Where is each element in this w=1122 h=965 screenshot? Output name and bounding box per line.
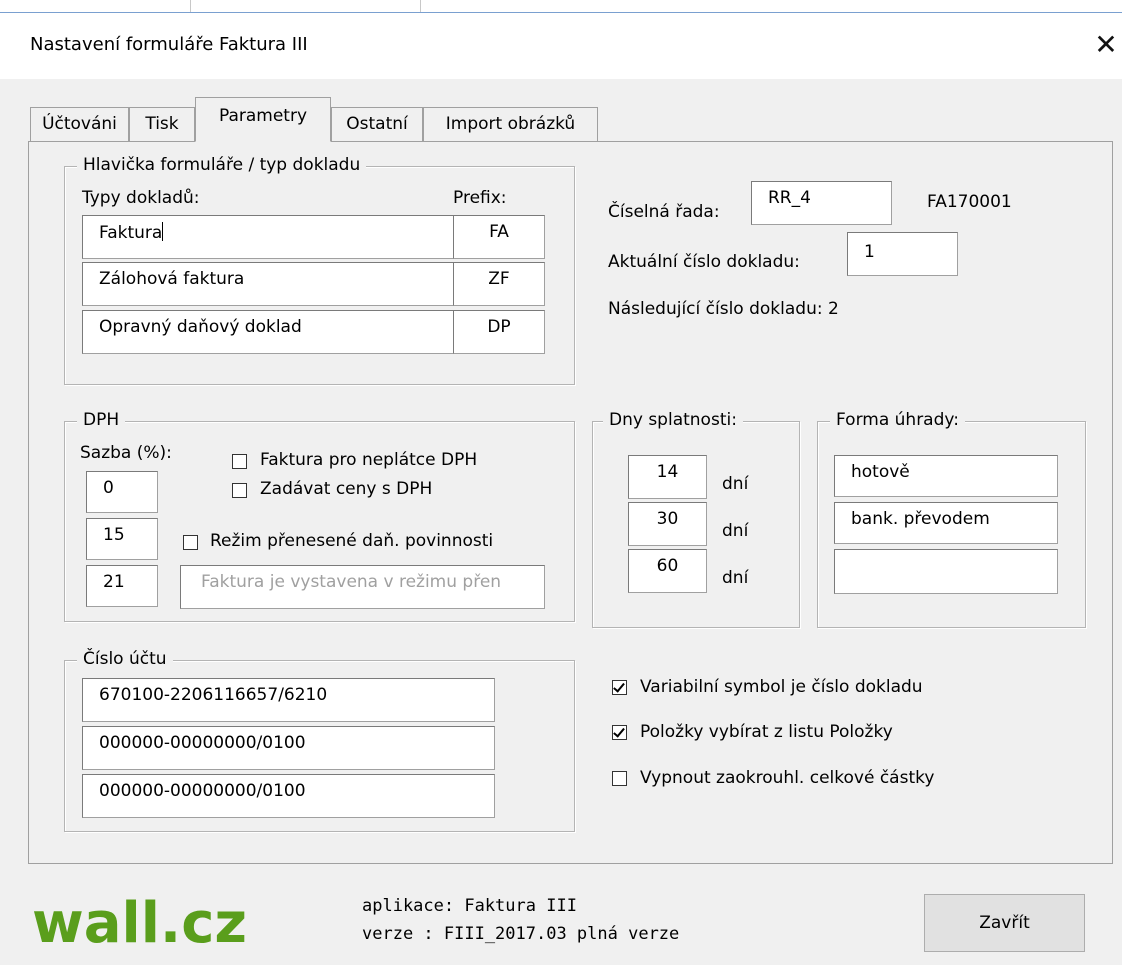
- disable-rounding-label: Vypnout zaokrouhl. celkové částky: [640, 768, 935, 788]
- payment-method-field[interactable]: hotově: [834, 455, 1058, 497]
- background-divider: [420, 0, 421, 12]
- document-type-field[interactable]: Faktura: [82, 215, 454, 259]
- background-divider: [190, 0, 191, 12]
- title-bar: Nastavení formuláře Faktura III ✕: [0, 12, 1122, 79]
- text-cursor: [162, 222, 164, 241]
- group-legend: Forma úhrady:: [830, 410, 965, 430]
- payment-method-field[interactable]: [834, 549, 1058, 594]
- group-legend: Číslo účtu: [77, 649, 173, 669]
- close-icon[interactable]: ✕: [1090, 25, 1122, 65]
- number-series-code: FA170001: [927, 192, 1012, 212]
- due-days-field[interactable]: 14: [628, 455, 707, 499]
- logo-text: wall.cz: [32, 896, 247, 952]
- current-number-label: Aktuální číslo dokladu:: [608, 252, 800, 272]
- account-number-field[interactable]: 670100-2206116657/6210: [82, 678, 495, 722]
- document-type-field[interactable]: Opravný daňový doklad: [82, 310, 454, 354]
- tab-ostatni[interactable]: Ostatní: [331, 107, 423, 141]
- number-series-label: Číselná řada:: [608, 202, 720, 222]
- account-number-field[interactable]: 000000-00000000/0100: [82, 726, 495, 770]
- vat-rate-field[interactable]: 21: [86, 565, 158, 607]
- variable-symbol-checkbox[interactable]: [612, 680, 627, 695]
- tab-uctovani[interactable]: Účtováni: [30, 107, 129, 141]
- non-payer-checkbox[interactable]: [232, 454, 247, 469]
- prefix-field[interactable]: ZF: [453, 262, 545, 306]
- document-type-field[interactable]: Zálohová faktura: [82, 262, 454, 306]
- prefix-field[interactable]: DP: [453, 310, 545, 354]
- group-legend: Hlavička formuláře / typ dokladu: [77, 155, 367, 175]
- next-number-text: Následující číslo dokladu: 2: [608, 299, 839, 319]
- number-series-field[interactable]: RR_4: [751, 181, 892, 225]
- version-line: verze : FIII_2017.03 plná verze: [362, 924, 680, 944]
- document-types-label: Typy dokladů:: [82, 188, 200, 208]
- due-days-unit: dní: [722, 568, 749, 588]
- reverse-charge-text-field[interactable]: Faktura je vystavena v režimu přen: [180, 565, 545, 609]
- group-legend: DPH: [77, 410, 126, 430]
- tab-import-obrazku[interactable]: Import obrázků: [423, 107, 598, 141]
- tab-tisk[interactable]: Tisk: [129, 107, 195, 141]
- non-payer-label: Faktura pro neplátce DPH: [260, 450, 478, 470]
- close-button[interactable]: Zavřít: [924, 894, 1085, 952]
- current-number-field[interactable]: 1: [847, 232, 958, 276]
- items-from-sheet-label: Položky vybírat z listu Položky: [640, 722, 893, 742]
- variable-symbol-label: Variabilní symbol je číslo dokladu: [640, 677, 923, 697]
- reverse-charge-checkbox[interactable]: [183, 535, 198, 550]
- prices-with-vat-label: Zadávat ceny s DPH: [260, 479, 433, 499]
- group-legend: Dny splatnosti:: [603, 410, 743, 430]
- vat-rate-field[interactable]: 0: [86, 471, 158, 513]
- prices-with-vat-checkbox[interactable]: [232, 483, 247, 498]
- background-strip: [0, 0, 1122, 12]
- wall-cz-logo: wall.cz: [32, 896, 247, 952]
- account-number-field[interactable]: 000000-00000000/0100: [82, 774, 495, 818]
- items-from-sheet-checkbox[interactable]: [612, 725, 627, 740]
- due-days-unit: dní: [722, 474, 749, 494]
- due-days-field[interactable]: 30: [628, 502, 707, 546]
- app-name-line: aplikace: Faktura III: [362, 896, 577, 916]
- vat-rate-field[interactable]: 15: [86, 518, 158, 560]
- window-title: Nastavení formuláře Faktura III: [30, 34, 308, 55]
- disable-rounding-checkbox[interactable]: [612, 771, 627, 786]
- dialog-window: Nastavení formuláře Faktura III ✕ Účtová…: [0, 0, 1122, 965]
- document-type-value: Faktura: [99, 223, 163, 243]
- tab-parametry[interactable]: Parametry: [195, 97, 331, 142]
- footer: wall.cz aplikace: Faktura III verze : FI…: [0, 870, 1122, 965]
- prefix-label: Prefix:: [453, 188, 507, 208]
- payment-method-field[interactable]: bank. převodem: [834, 502, 1058, 544]
- vat-rate-label: Sazba (%):: [80, 443, 172, 463]
- due-days-field[interactable]: 60: [628, 549, 707, 593]
- reverse-charge-label: Režim přenesené daň. povinnosti: [210, 531, 494, 551]
- due-days-unit: dní: [722, 521, 749, 541]
- prefix-field[interactable]: FA: [453, 215, 545, 259]
